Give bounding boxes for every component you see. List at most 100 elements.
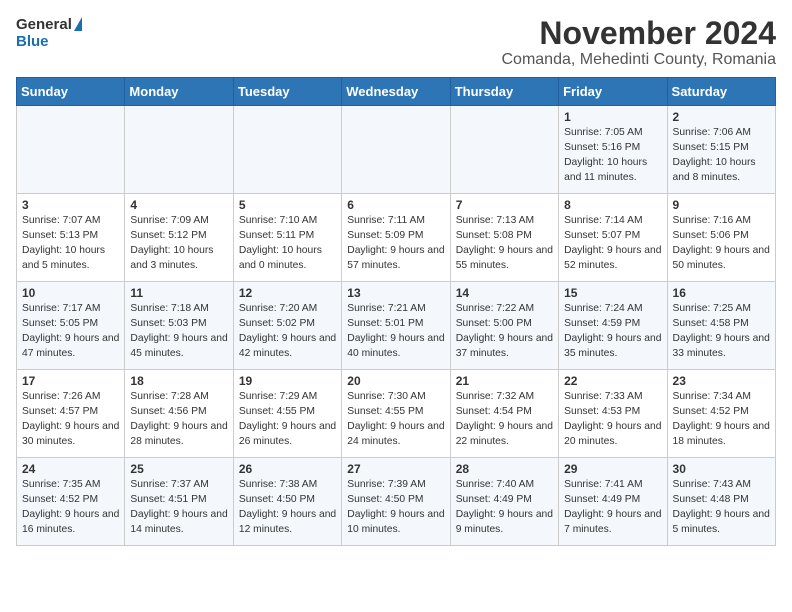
calendar-table: SundayMondayTuesdayWednesdayThursdayFrid… (16, 77, 776, 546)
day-info: Sunrise: 7:18 AM Sunset: 5:03 PM Dayligh… (130, 302, 227, 362)
calendar-day-cell: 25Sunrise: 7:37 AM Sunset: 4:51 PM Dayli… (125, 458, 233, 546)
day-number: 3 (22, 198, 119, 212)
calendar-week-row: 10 Sunrise: 7:17 AM Sunset: 5:05 PM Dayli… (17, 282, 776, 370)
calendar-day-cell: 15 Sunrise: 7:24 AM Sunset: 4:59 PM Dayli… (559, 282, 667, 370)
day-info: Sunrise: 7:25 AM Sunset: 4:58 PM Dayligh… (673, 302, 770, 362)
calendar-day-cell: 23 Sunrise: 7:34 AM Sunset: 4:52 PM Dayli… (667, 370, 775, 458)
calendar-day-cell: 4Sunrise: 7:09 AM Sunset: 5:12 PM Daylig… (125, 194, 233, 282)
calendar-day-cell: 22 Sunrise: 7:33 AM Sunset: 4:53 PM Dayli… (559, 370, 667, 458)
calendar-day-cell: 21 Sunrise: 7:32 AM Sunset: 4:54 PM Dayli… (450, 370, 558, 458)
calendar-day-header: Friday (559, 78, 667, 106)
title-block: November 2024 Comanda, Mehedinti County,… (501, 16, 776, 69)
calendar-day-header: Sunday (17, 78, 125, 106)
page-header: General Blue November 2024 Comanda, Mehe… (16, 16, 776, 69)
calendar-day-cell: 3 Sunrise: 7:07 AM Sunset: 5:13 PM Daylig… (17, 194, 125, 282)
calendar-day-cell (450, 106, 558, 194)
calendar-week-row: 3 Sunrise: 7:07 AM Sunset: 5:13 PM Daylig… (17, 194, 776, 282)
day-number: 16 (673, 286, 770, 300)
day-info: Sunrise: 7:17 AM Sunset: 5:05 PM Dayligh… (22, 302, 119, 362)
day-number: 2 (673, 110, 770, 124)
day-number: 27 (347, 462, 444, 476)
day-number: 23 (673, 374, 770, 388)
day-number: 22 (564, 374, 661, 388)
day-info: Sunrise: 7:14 AM Sunset: 5:07 PM Dayligh… (564, 214, 661, 274)
calendar-day-cell: 6 Sunrise: 7:11 AM Sunset: 5:09 PM Daylig… (342, 194, 450, 282)
day-info: Sunrise: 7:43 AM Sunset: 4:48 PM Dayligh… (673, 478, 770, 538)
calendar-day-header: Saturday (667, 78, 775, 106)
calendar-day-cell: 1 Sunrise: 7:05 AM Sunset: 5:16 PM Daylig… (559, 106, 667, 194)
calendar-day-cell (17, 106, 125, 194)
day-info: Sunrise: 7:11 AM Sunset: 5:09 PM Dayligh… (347, 214, 444, 274)
day-info: Sunrise: 7:07 AM Sunset: 5:13 PM Dayligh… (22, 214, 119, 274)
day-number: 1 (564, 110, 661, 124)
day-info: Sunrise: 7:30 AM Sunset: 4:55 PM Dayligh… (347, 390, 444, 450)
day-number: 21 (456, 374, 553, 388)
calendar-day-cell (233, 106, 341, 194)
day-number: 10 (22, 286, 119, 300)
calendar-day-cell: 10 Sunrise: 7:17 AM Sunset: 5:05 PM Dayli… (17, 282, 125, 370)
calendar-day-cell (125, 106, 233, 194)
calendar-day-cell: 9 Sunrise: 7:16 AM Sunset: 5:06 PM Daylig… (667, 194, 775, 282)
day-info: Sunrise: 7:05 AM Sunset: 5:16 PM Dayligh… (564, 126, 661, 186)
calendar-day-cell: 24 Sunrise: 7:35 AM Sunset: 4:52 PM Dayli… (17, 458, 125, 546)
day-number: 6 (347, 198, 444, 212)
month-title: November 2024 (501, 16, 776, 51)
day-info: Sunrise: 7:32 AM Sunset: 4:54 PM Dayligh… (456, 390, 553, 450)
day-number: 13 (347, 286, 444, 300)
calendar-day-cell: 14 Sunrise: 7:22 AM Sunset: 5:00 PM Dayli… (450, 282, 558, 370)
calendar-week-row: 17 Sunrise: 7:26 AM Sunset: 4:57 PM Dayli… (17, 370, 776, 458)
day-info: Sunrise: 7:26 AM Sunset: 4:57 PM Dayligh… (22, 390, 119, 450)
day-number: 19 (239, 374, 336, 388)
day-number: 26 (239, 462, 336, 476)
calendar-day-cell: 29Sunrise: 7:41 AM Sunset: 4:49 PM Dayli… (559, 458, 667, 546)
day-info: Sunrise: 7:29 AM Sunset: 4:55 PM Dayligh… (239, 390, 336, 450)
day-number: 17 (22, 374, 119, 388)
day-number: 12 (239, 286, 336, 300)
calendar-day-cell: 13 Sunrise: 7:21 AM Sunset: 5:01 PM Dayli… (342, 282, 450, 370)
day-info: Sunrise: 7:33 AM Sunset: 4:53 PM Dayligh… (564, 390, 661, 450)
day-info: Sunrise: 7:39 AM Sunset: 4:50 PM Dayligh… (347, 478, 444, 538)
day-info: Sunrise: 7:20 AM Sunset: 5:02 PM Dayligh… (239, 302, 336, 362)
calendar-day-cell: 16 Sunrise: 7:25 AM Sunset: 4:58 PM Dayli… (667, 282, 775, 370)
calendar-day-cell: 26 Sunrise: 7:38 AM Sunset: 4:50 PM Dayli… (233, 458, 341, 546)
calendar-day-cell: 8Sunrise: 7:14 AM Sunset: 5:07 PM Daylig… (559, 194, 667, 282)
day-info: Sunrise: 7:21 AM Sunset: 5:01 PM Dayligh… (347, 302, 444, 362)
day-number: 18 (130, 374, 227, 388)
calendar-day-cell: 18 Sunrise: 7:28 AM Sunset: 4:56 PM Dayli… (125, 370, 233, 458)
day-number: 9 (673, 198, 770, 212)
calendar-day-cell: 30Sunrise: 7:43 AM Sunset: 4:48 PM Dayli… (667, 458, 775, 546)
calendar-day-cell: 12 Sunrise: 7:20 AM Sunset: 5:02 PM Dayli… (233, 282, 341, 370)
calendar-day-cell: 7Sunrise: 7:13 AM Sunset: 5:08 PM Daylig… (450, 194, 558, 282)
calendar-day-cell: 28 Sunrise: 7:40 AM Sunset: 4:49 PM Dayli… (450, 458, 558, 546)
calendar-day-cell: 19 Sunrise: 7:29 AM Sunset: 4:55 PM Dayli… (233, 370, 341, 458)
day-number: 15 (564, 286, 661, 300)
day-number: 5 (239, 198, 336, 212)
calendar-day-cell: 27 Sunrise: 7:39 AM Sunset: 4:50 PM Dayli… (342, 458, 450, 546)
day-info: Sunrise: 7:10 AM Sunset: 5:11 PM Dayligh… (239, 214, 336, 274)
calendar-day-header: Wednesday (342, 78, 450, 106)
calendar-day-header: Monday (125, 78, 233, 106)
day-number: 28 (456, 462, 553, 476)
calendar-header-row: SundayMondayTuesdayWednesdayThursdayFrid… (17, 78, 776, 106)
calendar-day-header: Thursday (450, 78, 558, 106)
calendar-week-row: 1 Sunrise: 7:05 AM Sunset: 5:16 PM Daylig… (17, 106, 776, 194)
day-info: Sunrise: 7:38 AM Sunset: 4:50 PM Dayligh… (239, 478, 336, 538)
day-info: Sunrise: 7:40 AM Sunset: 4:49 PM Dayligh… (456, 478, 553, 538)
day-info: Sunrise: 7:16 AM Sunset: 5:06 PM Dayligh… (673, 214, 770, 274)
calendar-day-header: Tuesday (233, 78, 341, 106)
day-number: 11 (130, 286, 227, 300)
calendar-day-cell: 2 Sunrise: 7:06 AM Sunset: 5:15 PM Daylig… (667, 106, 775, 194)
day-info: Sunrise: 7:24 AM Sunset: 4:59 PM Dayligh… (564, 302, 661, 362)
day-number: 14 (456, 286, 553, 300)
logo-general-text: General (16, 16, 72, 33)
day-number: 24 (22, 462, 119, 476)
day-info: Sunrise: 7:13 AM Sunset: 5:08 PM Dayligh… (456, 214, 553, 274)
day-info: Sunrise: 7:34 AM Sunset: 4:52 PM Dayligh… (673, 390, 770, 450)
day-info: Sunrise: 7:22 AM Sunset: 5:00 PM Dayligh… (456, 302, 553, 362)
day-info: Sunrise: 7:35 AM Sunset: 4:52 PM Dayligh… (22, 478, 119, 538)
logo-blue-text: Blue (16, 33, 82, 50)
day-info: Sunrise: 7:28 AM Sunset: 4:56 PM Dayligh… (130, 390, 227, 450)
day-number: 25 (130, 462, 227, 476)
day-info: Sunrise: 7:06 AM Sunset: 5:15 PM Dayligh… (673, 126, 770, 186)
calendar-week-row: 24 Sunrise: 7:35 AM Sunset: 4:52 PM Dayli… (17, 458, 776, 546)
